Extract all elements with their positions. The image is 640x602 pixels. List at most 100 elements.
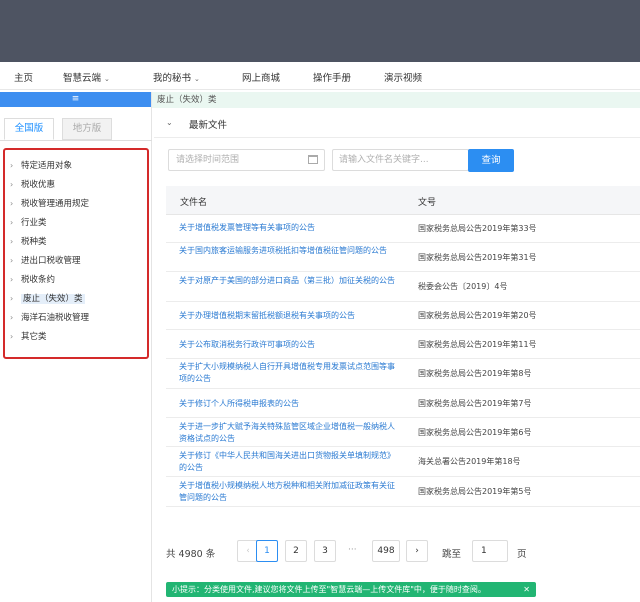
- jump-page-input[interactable]: 1: [472, 540, 508, 562]
- page-button-last[interactable]: 498: [372, 540, 400, 562]
- table-row: 关于对原产于美国的部分进口商品（第三批）加征关税的公告 税委会公告〔2019〕4…: [166, 272, 640, 302]
- nav-smart-cloud-label: 智慧云端: [63, 73, 102, 84]
- sidebar-toggle[interactable]: ≡: [0, 92, 151, 107]
- column-header-name: 文件名: [180, 198, 208, 208]
- category-label: 特定适用对象: [21, 161, 73, 171]
- file-title-link[interactable]: 关于进一步扩大赋予海关特殊监管区域企业增值税一般纳税人资格试点的公告: [179, 421, 399, 445]
- nav-manual-label: 操作手册: [313, 73, 352, 84]
- table-header: 文件名 文号: [166, 186, 640, 215]
- nav-online-store[interactable]: 网上商城: [242, 70, 280, 84]
- chevron-down-icon: ⌄: [166, 118, 173, 127]
- file-number: 国家税务总局公告2019年第5号: [418, 487, 532, 496]
- chevron-right-icon: ›: [415, 546, 419, 556]
- nav-my-secretary[interactable]: 我的秘书 ⌄: [153, 70, 200, 84]
- nav-my-secretary-label: 我的秘书: [153, 73, 192, 84]
- chevron-right-icon: ›: [10, 332, 14, 341]
- nav-smart-cloud[interactable]: 智慧云端 ⌄: [63, 70, 110, 84]
- file-number: 国家税务总局公告2019年第7号: [418, 399, 532, 408]
- page-button-current[interactable]: 1: [256, 540, 278, 562]
- category-label: 海洋石油税收管理: [21, 313, 90, 323]
- main-navbar: 主页 智慧云端 ⌄ 我的秘书 ⌄ 网上商城 操作手册 演示视频: [0, 62, 640, 90]
- page-unit-label: 页: [517, 549, 527, 560]
- category-label: 税收条约: [21, 275, 56, 285]
- close-icon[interactable]: ✕: [523, 582, 530, 597]
- menu-icon: ≡: [71, 94, 80, 104]
- sidebar: ≡ 全国版 地方版 › 特定适用对象 › 税收优惠 › 税收管理通用规定 › 行业类 ›…: [0, 92, 152, 602]
- table-row: 关于国内旅客运输服务进项税抵扣等增值税征管问题的公告 国家税务总局公告2019年…: [166, 243, 640, 272]
- nav-demo-video[interactable]: 演示视频: [384, 70, 422, 84]
- category-item[interactable]: › 其它类: [10, 330, 47, 342]
- table-row: 关于修订《中华人民共和国海关进出口货物报关单填制规范》的公告 海关总署公告201…: [166, 447, 640, 477]
- file-title-link[interactable]: 关于修订个人所得税申报表的公告: [179, 398, 399, 410]
- file-title-link[interactable]: 关于增值税小规模纳税人地方税种和相关附加减征政策有关征管问题的公告: [179, 480, 399, 504]
- file-table: 文件名 文号 关于增值税发票管理等有关事项的公告 国家税务总局公告2019年第3…: [166, 186, 640, 507]
- category-label: 税种类: [21, 237, 47, 247]
- tabs-divider: [0, 140, 152, 141]
- category-list: › 特定适用对象 › 税收优惠 › 税收管理通用规定 › 行业类 › 税种类 › 进出口税收…: [3, 148, 149, 359]
- column-header-number: 文号: [418, 198, 437, 208]
- table-row: 关于增值税发票管理等有关事项的公告 国家税务总局公告2019年第33号: [166, 215, 640, 243]
- file-title-link[interactable]: 关于对原产于美国的部分进口商品（第三批）加征关税的公告: [179, 275, 399, 287]
- page-button[interactable]: 2: [285, 540, 307, 562]
- file-title-link[interactable]: 关于修订《中华人民共和国海关进出口货物报关单填制规范》的公告: [179, 450, 399, 474]
- file-number: 海关总署公告2019年第18号: [418, 457, 521, 466]
- category-item[interactable]: › 税收优惠: [10, 178, 55, 190]
- category-item[interactable]: › 行业类: [10, 216, 47, 228]
- nav-home-label: 主页: [14, 73, 34, 84]
- table-row: 关于修订个人所得税申报表的公告 国家税务总局公告2019年第7号: [166, 389, 640, 418]
- section-title: 最新文件: [189, 120, 228, 131]
- jump-label: 跳至: [442, 549, 462, 560]
- category-item[interactable]: › 税收条约: [10, 273, 55, 285]
- table-row: 关于增值税小规模纳税人地方税种和相关附加减征政策有关征管问题的公告 国家税务总局…: [166, 477, 640, 507]
- file-title-link[interactable]: 关于国内旅客运输服务进项税抵扣等增值税征管问题的公告: [179, 245, 399, 257]
- chevron-left-icon: ‹: [246, 546, 250, 556]
- file-title-link[interactable]: 关于增值税发票管理等有关事项的公告: [179, 222, 399, 234]
- table-row: 关于扩大小规模纳税人自行开具增值税专用发票试点范围等事项的公告 国家税务总局公告…: [166, 359, 640, 389]
- tip-banner: 小提示：分类使用文件,建议您将文件上传至"智慧云端—上传文件库"中，便于随时查阅…: [166, 582, 536, 597]
- chevron-right-icon: ›: [10, 218, 14, 227]
- nav-online-store-label: 网上商城: [242, 73, 281, 84]
- file-title-link[interactable]: 关于扩大小规模纳税人自行开具增值税专用发票试点范围等事项的公告: [179, 361, 399, 385]
- file-number: 国家税务总局公告2019年第8号: [418, 369, 532, 378]
- category-label: 行业类: [21, 218, 47, 228]
- page-button[interactable]: 3: [314, 540, 336, 562]
- next-page-button[interactable]: ›: [406, 540, 428, 562]
- category-item[interactable]: › 税种类: [10, 235, 47, 247]
- search-button[interactable]: 查询: [468, 149, 514, 172]
- breadcrumb: 废止（失效）类: [152, 92, 640, 108]
- category-label: 其它类: [21, 332, 47, 342]
- category-label: 税收管理通用规定: [21, 199, 90, 209]
- calendar-icon: [308, 155, 318, 164]
- tab-local[interactable]: 地方版: [62, 118, 112, 140]
- tab-national[interactable]: 全国版: [4, 118, 54, 140]
- page-ellipsis: ···: [348, 545, 357, 555]
- keyword-input[interactable]: 请输入文件名关键字...: [332, 149, 469, 171]
- category-item[interactable]: › 特定适用对象: [10, 159, 72, 171]
- file-number: 国家税务总局公告2019年第20号: [418, 311, 537, 320]
- chevron-right-icon: ›: [10, 180, 14, 189]
- file-title-link[interactable]: 关于办理增值税期末留抵税额退税有关事项的公告: [179, 310, 399, 322]
- category-label: 废止（失效）类: [21, 294, 85, 304]
- chevron-right-icon: ›: [10, 294, 14, 303]
- chevron-right-icon: ›: [10, 275, 14, 284]
- category-item[interactable]: › 海洋石油税收管理: [10, 311, 89, 323]
- chevron-right-icon: ›: [10, 161, 14, 170]
- chevron-right-icon: ›: [10, 256, 14, 265]
- file-number: 国家税务总局公告2019年第6号: [418, 428, 532, 437]
- table-row: 关于办理增值税期末留抵税额退税有关事项的公告 国家税务总局公告2019年第20号: [166, 302, 640, 330]
- total-count: 共 4980 条: [166, 549, 216, 560]
- category-item[interactable]: › 税收管理通用规定: [10, 197, 89, 209]
- nav-home[interactable]: 主页: [14, 70, 33, 84]
- nav-demo-video-label: 演示视频: [384, 73, 423, 84]
- file-title-link[interactable]: 关于公布取消税务行政许可事项的公告: [179, 339, 399, 351]
- section-header[interactable]: ⌄ 最新文件: [154, 110, 640, 138]
- top-banner: [0, 0, 640, 62]
- nav-manual[interactable]: 操作手册: [313, 70, 351, 84]
- chevron-down-icon: ⌄: [194, 75, 200, 83]
- file-number: 国家税务总局公告2019年第11号: [418, 340, 537, 349]
- category-item-selected[interactable]: › 废止（失效）类: [10, 292, 85, 304]
- chevron-right-icon: ›: [10, 237, 14, 246]
- category-item[interactable]: › 进出口税收管理: [10, 254, 81, 266]
- date-range-input[interactable]: 请选择时间范围: [168, 149, 325, 171]
- chevron-right-icon: ›: [10, 313, 14, 322]
